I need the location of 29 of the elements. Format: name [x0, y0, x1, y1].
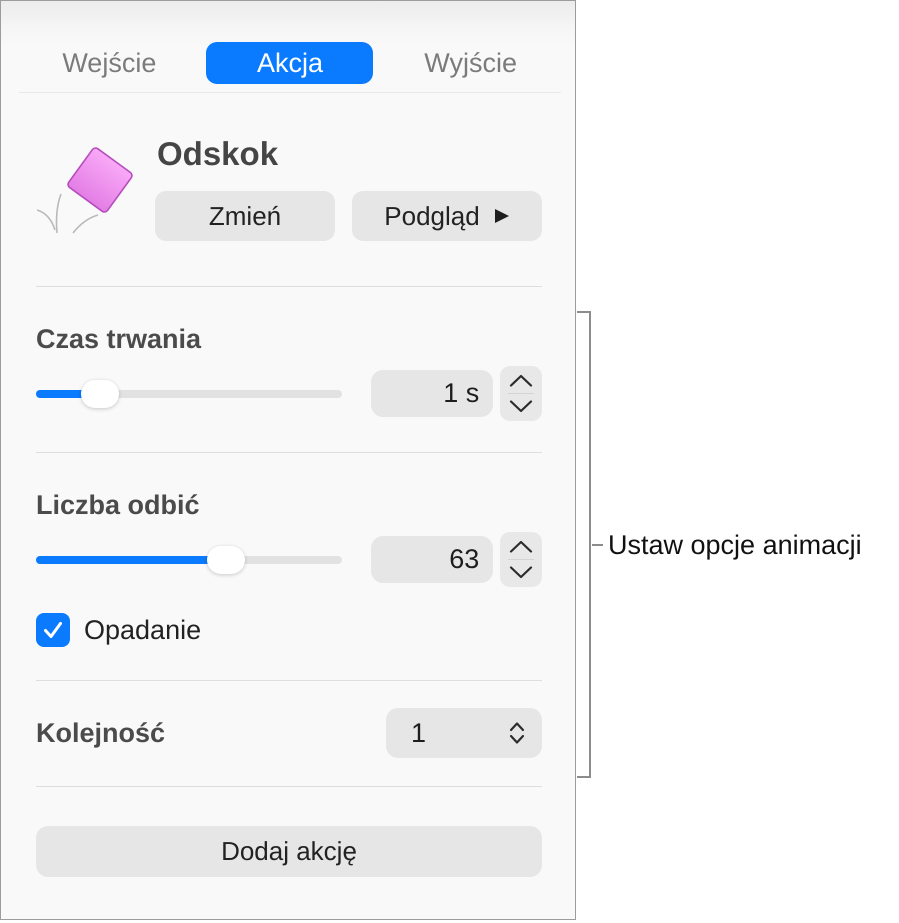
stepper[interactable]: [500, 532, 542, 587]
chevron-up-icon: [509, 374, 534, 387]
slider-thumb[interactable]: [206, 546, 245, 574]
slider-track[interactable]: [36, 544, 342, 574]
tab[interactable]: Wejście: [26, 42, 193, 84]
checkmark-icon: [43, 621, 63, 639]
change-button[interactable]: Zmień: [155, 191, 335, 241]
chevron-down-icon: [509, 400, 534, 413]
tab[interactable]: Wyjście: [387, 42, 554, 84]
value-field[interactable]: 63: [371, 536, 494, 583]
checkbox[interactable]: [36, 613, 70, 647]
slider-thumb[interactable]: [81, 380, 120, 408]
section-label: Czas trwania: [36, 325, 202, 353]
chevron-up-icon: [509, 540, 534, 553]
chevron-updown-icon: [508, 721, 526, 745]
effect-title: Odskok: [157, 136, 278, 172]
value-field[interactable]: 1 s: [371, 370, 494, 417]
preview-button[interactable]: Podgląd: [352, 191, 542, 241]
add-action-button[interactable]: Dodaj akcję: [36, 826, 542, 877]
order-label: Kolejność: [36, 717, 166, 750]
checkbox-label[interactable]: Opadanie: [84, 613, 202, 647]
section-label: Liczba odbić: [36, 491, 200, 519]
play-icon: [494, 208, 510, 224]
chevron-down-icon: [509, 566, 534, 579]
slider-track[interactable]: [36, 378, 342, 408]
tab[interactable]: Akcja: [206, 42, 374, 84]
stepper[interactable]: [500, 366, 542, 421]
callout-label: Ustaw opcje animacji: [608, 528, 862, 560]
order-popup[interactable]: 1: [386, 708, 542, 758]
